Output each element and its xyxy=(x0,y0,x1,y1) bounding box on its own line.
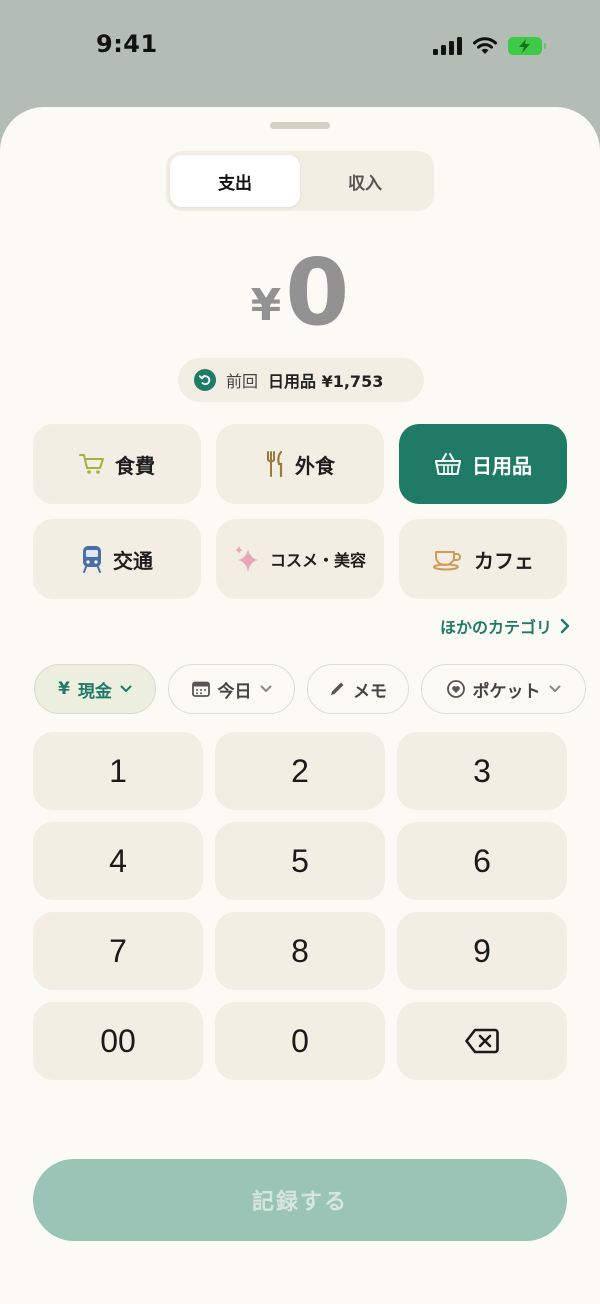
undo-icon xyxy=(194,369,216,391)
status-time: 9:41 xyxy=(96,30,158,58)
tab-income[interactable]: 収入 xyxy=(300,155,430,207)
record-sheet: 支出 収入 ¥ 0 前回 日用品 ¥1,753 食費 外食 日用品 交通 コスメ… xyxy=(0,107,600,1304)
category-label: カフェ xyxy=(474,548,534,573)
key-4[interactable]: 4 xyxy=(33,822,203,900)
key-5[interactable]: 5 xyxy=(215,822,385,900)
pencil-icon xyxy=(331,682,344,695)
key-9[interactable]: 9 xyxy=(397,912,567,990)
sheet-grabber[interactable] xyxy=(270,122,330,129)
key-7[interactable]: 7 xyxy=(33,912,203,990)
cart-icon xyxy=(79,454,104,474)
category-label: 食費 xyxy=(115,453,155,478)
yen-icon: ¥ xyxy=(58,679,70,699)
memo-label: メモ xyxy=(353,681,387,702)
pocket-pill[interactable]: ポケット xyxy=(421,664,586,714)
category-label: 交通 xyxy=(113,548,153,573)
status-bar: 9:41 xyxy=(0,0,600,100)
more-categories-label: ほかのカテゴリ xyxy=(439,618,552,637)
backspace-icon xyxy=(465,1028,499,1054)
cellular-signal-icon xyxy=(433,36,462,55)
screen: 9:41 支出 収入 ¥ 0 前回 日用品 ¥1,753 食費 外食 日用品 交… xyxy=(0,0,600,1304)
payment-method-label: 現金 xyxy=(77,681,112,702)
chevron-right-icon xyxy=(560,618,570,634)
pocket-icon xyxy=(446,680,465,698)
category-transport[interactable]: 交通 xyxy=(33,519,201,599)
key-0[interactable]: 0 xyxy=(215,1002,385,1080)
date-pill[interactable]: 今日 xyxy=(168,664,295,714)
category-dining-out[interactable]: 外食 xyxy=(216,424,384,504)
key-2[interactable]: 2 xyxy=(215,732,385,810)
entry-options-row: ¥ 現金 今日 メモ ポケット xyxy=(34,664,586,714)
more-categories-link[interactable]: ほかのカテゴリ xyxy=(440,614,570,638)
payment-method-pill[interactable]: ¥ 現金 xyxy=(34,664,156,714)
backspace-key[interactable] xyxy=(397,1002,567,1080)
previous-entry-chip[interactable]: 前回 日用品 ¥1,753 xyxy=(178,358,424,402)
date-label: 今日 xyxy=(217,681,252,702)
tab-expense[interactable]: 支出 xyxy=(170,155,300,207)
category-food[interactable]: 食費 xyxy=(33,424,201,504)
battery-charging-icon xyxy=(508,36,546,55)
key-8[interactable]: 8 xyxy=(215,912,385,990)
currency-symbol: ¥ xyxy=(250,280,282,331)
type-segmented-control: 支出 収入 xyxy=(166,151,434,211)
train-icon xyxy=(83,546,101,573)
pocket-label: ポケット xyxy=(472,681,541,702)
category-label: 外食 xyxy=(295,453,335,478)
previous-label: 前回 xyxy=(226,372,259,391)
amount-value: 0 xyxy=(285,239,350,346)
status-icons xyxy=(433,36,546,55)
chevron-down-icon xyxy=(260,685,271,692)
category-cosmetics[interactable]: コスメ・美容 xyxy=(216,519,384,599)
chevron-down-icon xyxy=(120,685,132,692)
calendar-icon xyxy=(191,681,210,697)
key-3[interactable]: 3 xyxy=(397,732,567,810)
category-grid: 食費 外食 日用品 交通 コスメ・美容 カフェ xyxy=(33,424,567,599)
basket-icon xyxy=(435,453,461,475)
category-daily-goods[interactable]: 日用品 xyxy=(399,424,567,504)
sparkle-icon xyxy=(234,546,258,572)
coffee-cup-icon xyxy=(433,551,461,571)
previous-value: 日用品 ¥1,753 xyxy=(268,372,384,391)
memo-pill[interactable]: メモ xyxy=(307,664,409,714)
record-button[interactable]: 記録する xyxy=(33,1159,567,1241)
category-label: コスメ・美容 xyxy=(269,551,366,570)
key-6[interactable]: 6 xyxy=(397,822,567,900)
number-keypad: 1 2 3 4 5 6 7 8 9 00 0 xyxy=(33,732,567,1080)
category-label: 日用品 xyxy=(472,453,532,478)
key-00[interactable]: 00 xyxy=(33,1002,203,1080)
amount-display: ¥ 0 xyxy=(0,247,600,339)
wifi-icon xyxy=(473,37,497,54)
chevron-down-icon xyxy=(549,685,560,692)
fork-knife-icon xyxy=(267,451,283,477)
key-1[interactable]: 1 xyxy=(33,732,203,810)
category-cafe[interactable]: カフェ xyxy=(399,519,567,599)
